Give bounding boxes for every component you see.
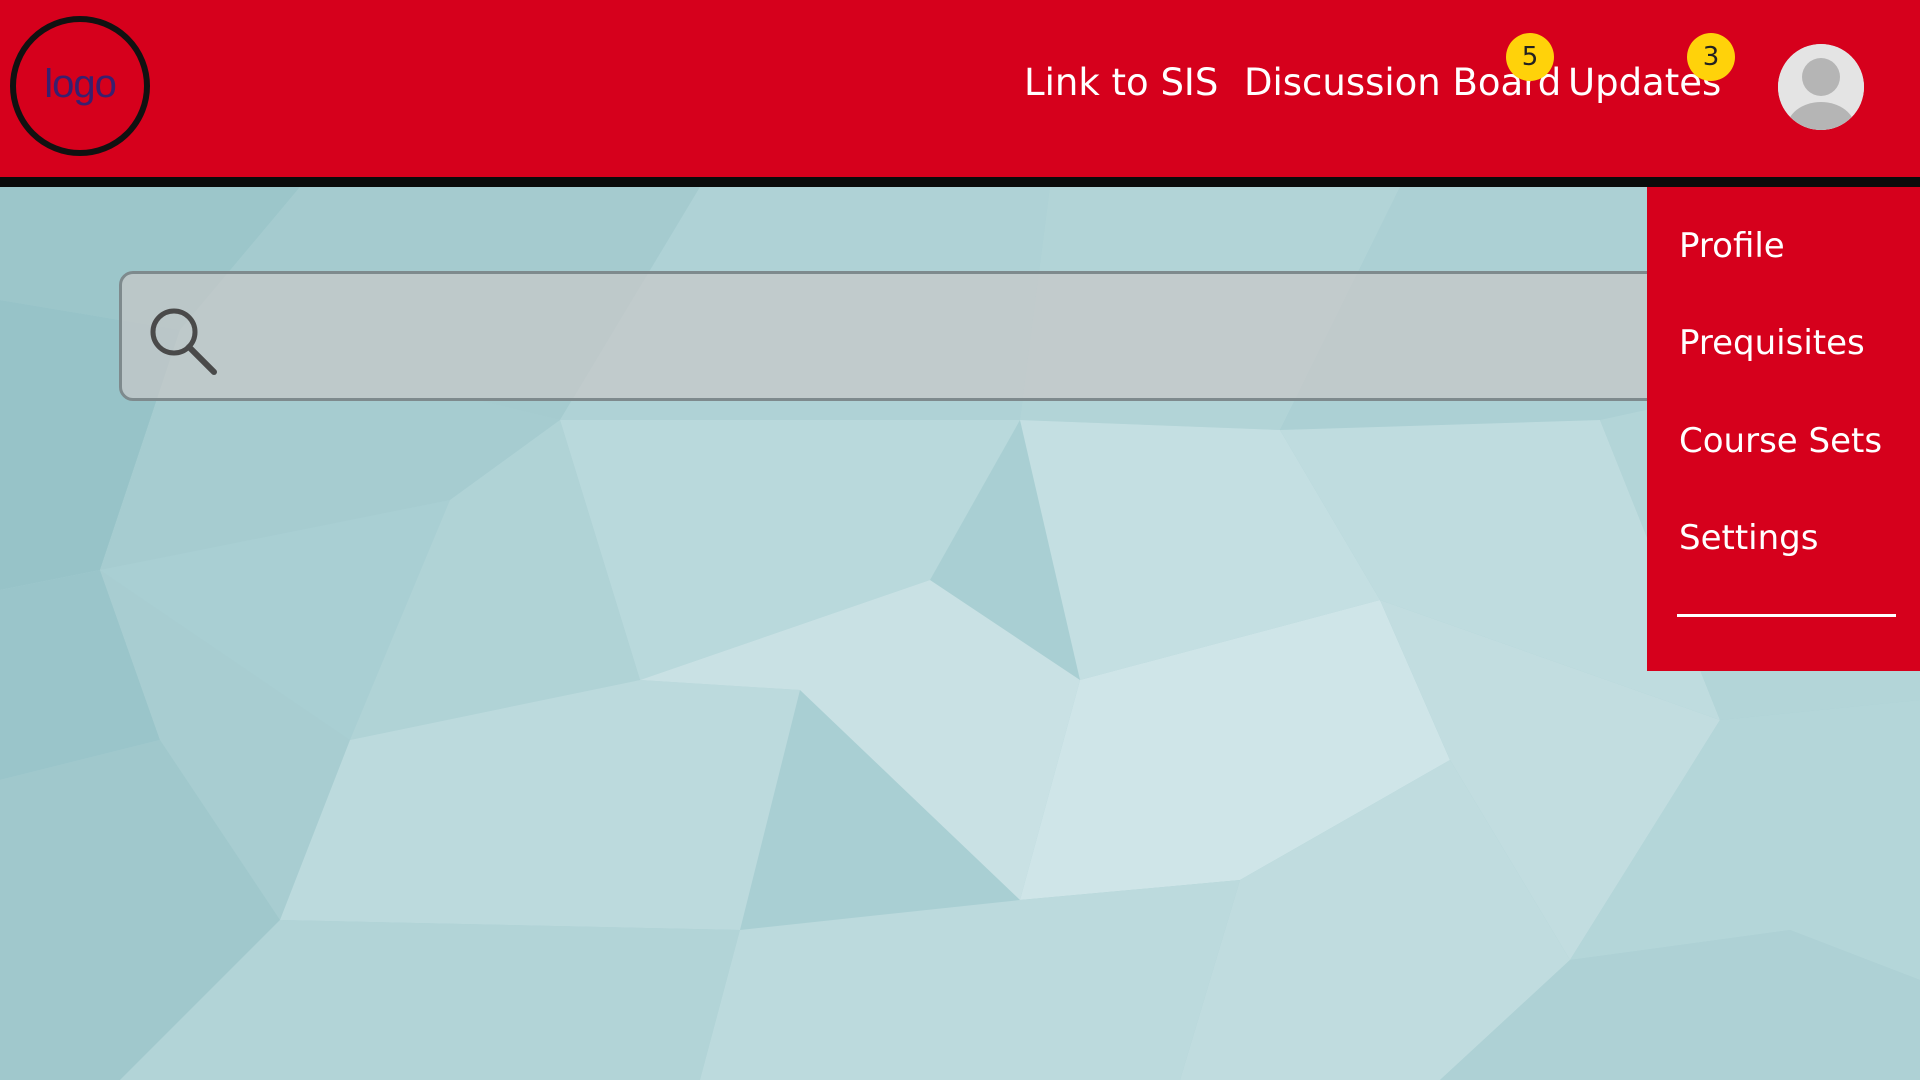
menu-divider [1677,614,1896,617]
search-icon[interactable] [144,302,220,378]
user-avatar-icon [1778,44,1864,130]
search-bar[interactable] [119,271,1839,401]
user-dropdown-menu: Profile Prequisites Course Sets Settings [1647,187,1920,671]
menu-item-settings[interactable]: Settings [1679,515,1818,561]
nav-link-sis[interactable]: Link to SIS [1024,58,1218,108]
user-avatar-button[interactable] [1778,44,1864,130]
discussion-board-badge: 5 [1506,33,1554,81]
top-header-bar: logo Link to SIS Discussion Board Update… [0,0,1920,187]
logo[interactable]: logo [10,16,150,156]
logo-text: logo [44,61,117,106]
search-input[interactable] [232,274,1736,400]
menu-item-course-sets[interactable]: Course Sets [1679,418,1882,464]
menu-item-prequisites[interactable]: Prequisites [1679,320,1865,366]
updates-badge: 3 [1687,33,1735,81]
app-root: logo Link to SIS Discussion Board Update… [0,0,1920,1080]
menu-item-profile[interactable]: Profile [1679,223,1785,269]
